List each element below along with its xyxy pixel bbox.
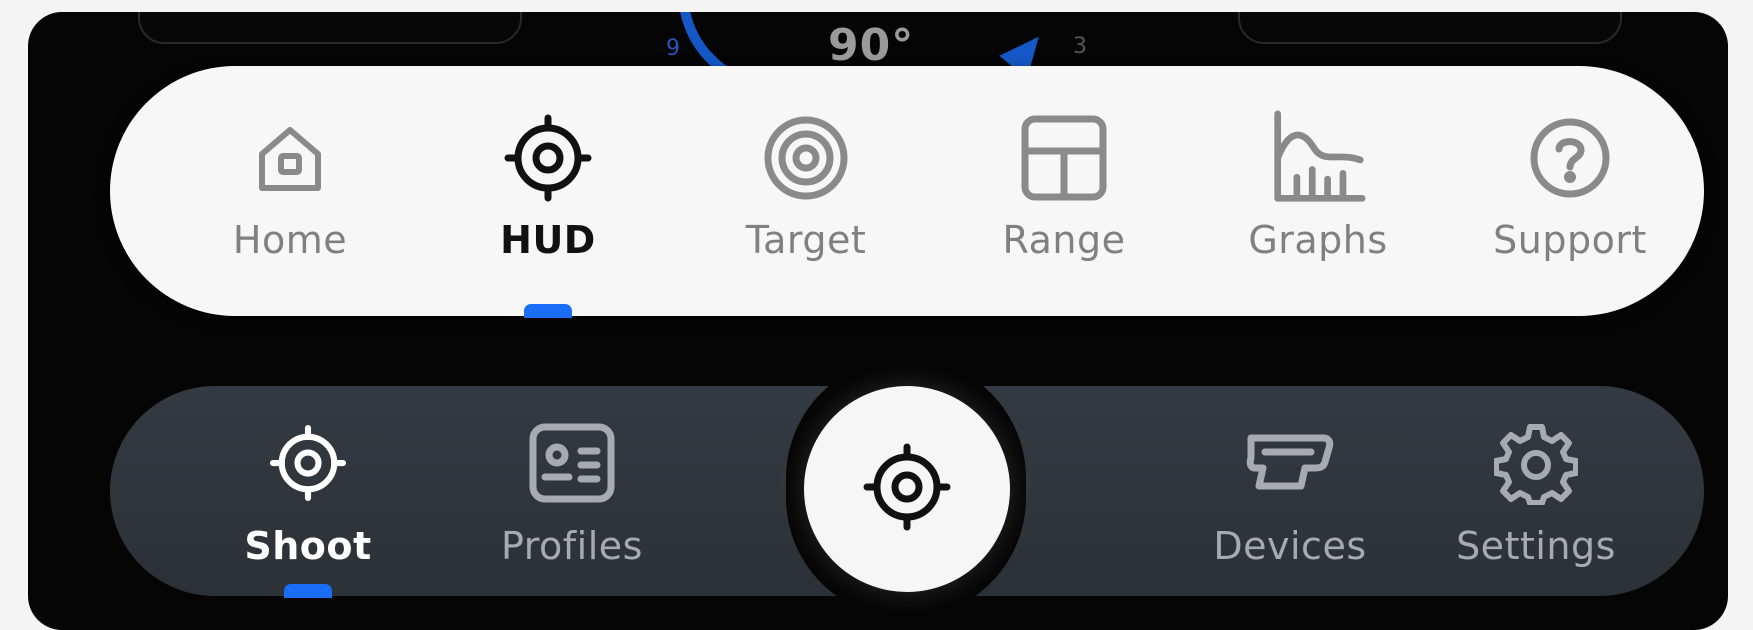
top-nav-item-graphs[interactable]: Graphs: [1208, 66, 1428, 316]
crosshair-icon: [500, 110, 596, 206]
top-nav-label: Graphs: [1248, 218, 1388, 262]
profile-card-icon: [527, 418, 617, 508]
bottom-nav-item-shoot[interactable]: Shoot: [198, 386, 418, 598]
app-frame: 9 90° 3 Home HUD Target Range Graphs Sup…: [28, 12, 1728, 630]
top-nav-label: Support: [1493, 218, 1647, 262]
active-indicator: [524, 304, 572, 318]
hud-card-left: [138, 12, 522, 44]
hud-card-right: [1238, 12, 1622, 44]
bottom-nav-label: Profiles: [501, 524, 643, 568]
active-indicator: [284, 584, 332, 598]
target-icon: [758, 110, 854, 206]
top-nav-item-support[interactable]: Support: [1460, 66, 1680, 316]
hud-tick-right: 3: [1073, 34, 1087, 59]
bottom-nav-label: Settings: [1456, 524, 1616, 568]
bottom-nav-label: Devices: [1213, 524, 1367, 568]
hud-tick-left: 9: [666, 36, 680, 61]
bottom-nav-item-devices[interactable]: Devices: [1180, 386, 1400, 596]
device-icon: [1245, 418, 1335, 508]
home-icon: [242, 110, 338, 206]
chart-icon: [1270, 110, 1366, 206]
bottom-nav-item-profiles[interactable]: Profiles: [462, 386, 682, 596]
grid-icon: [1016, 110, 1112, 206]
bottom-nav-label: Shoot: [244, 524, 372, 568]
bottom-nav-item-settings[interactable]: Settings: [1426, 386, 1646, 596]
help-icon: [1522, 110, 1618, 206]
center-shoot-button[interactable]: [804, 386, 1010, 592]
crosshair-icon: [263, 418, 353, 508]
top-nav-item-target[interactable]: Target: [696, 66, 916, 316]
top-nav-bar: Home HUD Target Range Graphs Support: [110, 66, 1704, 318]
top-nav-item-home[interactable]: Home: [180, 66, 400, 316]
top-nav-item-hud[interactable]: HUD: [438, 66, 658, 318]
top-nav-label: Target: [745, 218, 867, 262]
top-nav-item-range[interactable]: Range: [954, 66, 1174, 316]
gear-icon: [1491, 418, 1581, 508]
hud-angle-readout: 90°: [828, 20, 915, 71]
top-nav-label: HUD: [500, 218, 596, 262]
top-nav-label: Home: [232, 218, 348, 262]
top-nav-label: Range: [1002, 218, 1126, 262]
crosshair-icon: [859, 439, 955, 539]
